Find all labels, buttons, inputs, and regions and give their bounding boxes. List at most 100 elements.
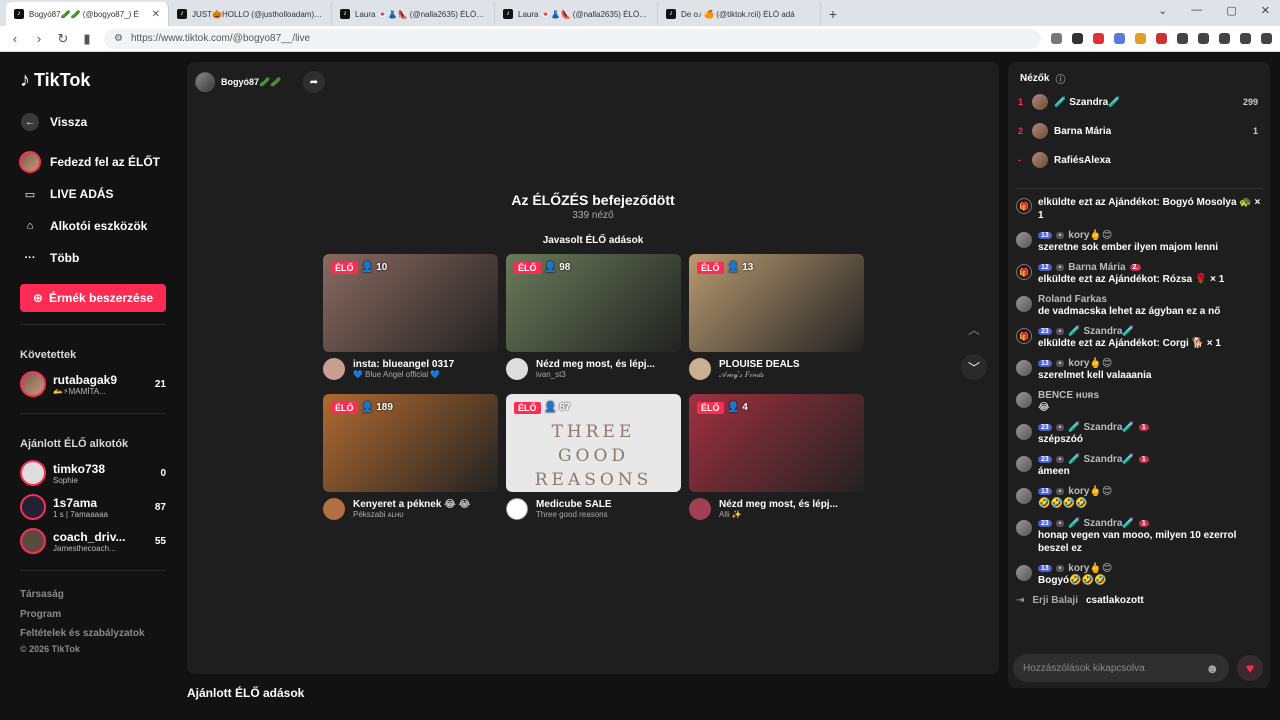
extensions	[1051, 33, 1272, 44]
live-card[interactable]: ÉLŐ 👤 4 Nézd meg most, és lépj... Alli ✨	[689, 394, 864, 524]
url-field[interactable]: ⚙ https://www.tiktok.com/@bogyo87__/live	[104, 28, 1041, 49]
avatar[interactable]	[1016, 392, 1032, 408]
reload-icon[interactable]: ↻	[56, 31, 70, 47]
chat-username[interactable]: kory🖕😊	[1068, 230, 1112, 241]
nav-more[interactable]: ··· Több	[20, 242, 166, 274]
chat-username[interactable]: kory🖕😊	[1068, 358, 1112, 369]
share-icon[interactable]: ➦	[303, 71, 325, 93]
close-window-icon[interactable]: ✕	[1261, 4, 1270, 17]
chevron-down-icon[interactable]: ⌄	[1158, 4, 1167, 17]
browser-tab[interactable]: ♪ Bogyó87🥒🥒 (@bogyo87_) É ✕	[6, 2, 169, 26]
forward-icon[interactable]: ›	[32, 31, 46, 46]
chat-username[interactable]: Barna Mária	[1068, 262, 1125, 273]
chat-username[interactable]: BENCE ʜᴜʀs	[1038, 390, 1099, 401]
close-icon[interactable]: ✕	[152, 9, 160, 20]
avatar[interactable]	[506, 358, 528, 380]
footer-link-terms[interactable]: Feltételek és szabályzatok	[20, 624, 166, 644]
chat-username[interactable]: 🧪 Szandra🧪	[1068, 422, 1135, 433]
avatar[interactable]	[689, 498, 711, 520]
host-info[interactable]: Bogyó87🥒🥒	[195, 70, 289, 94]
extension-icon[interactable]	[1114, 33, 1125, 44]
recommended-creator[interactable]: 1s7ama 1 s | 7amaaaaa 87	[20, 490, 166, 524]
live-card[interactable]: ÉLŐ 👤 87 THREE GOOD REASONS Medicube SAL…	[506, 394, 681, 524]
comment-input[interactable]: Hozzászólások kikapcsolva ☻	[1013, 654, 1229, 682]
scroll-up-button[interactable]: ︿	[961, 316, 987, 342]
browser-tab[interactable]: ♪ Laura 💌👗👠 (@nalla2635) ÉLŐ adá	[495, 2, 658, 26]
live-card[interactable]: ÉLŐ 👤 13 PLOUISE DEALS 𝒜𝓂𝓎'𝓈 𝐹𝒾𝓃𝒹𝓈	[689, 254, 864, 384]
wallet-icon[interactable]	[1219, 33, 1230, 44]
avatar[interactable]	[1016, 456, 1032, 472]
recommended-creator[interactable]: coach_driv... Jamesthecoach... 55	[20, 524, 166, 558]
avatar[interactable]	[323, 358, 345, 380]
avatar[interactable]	[506, 498, 528, 520]
get-coins-button[interactable]: ⊕ Érmék beszerzése	[20, 284, 166, 312]
chat-username[interactable]: 🧪 Szandra🧪	[1068, 454, 1135, 465]
chat-gift-message: 🎁 12 ▪ Barna Mária 2. elküldte ezt az Ajándék…	[1016, 262, 1262, 286]
back-icon[interactable]: ‹	[8, 31, 22, 46]
following-item[interactable]: rutabagak9 🫴⚡MAMÍTA... 21	[20, 367, 166, 401]
card-thumbnail[interactable]: ÉLŐ 👤 87 THREE GOOD REASONS	[506, 394, 681, 492]
chat-username[interactable]: Roland Farkas	[1038, 294, 1107, 305]
viewer-row[interactable]: 1 🧪 Szandra🧪 299	[1018, 91, 1258, 113]
chat-username[interactable]: kory🖕😊	[1068, 486, 1112, 497]
browser-tab[interactable]: ♪ De o♪ 🍊 (@tiktok.rcii) ÉLŐ adá	[658, 2, 821, 26]
viewer-rank: -	[1018, 155, 1021, 165]
sidebar-icon[interactable]	[1198, 33, 1209, 44]
viewer-row[interactable]: - RafiésAlexa	[1018, 149, 1258, 171]
nav-live-studio[interactable]: ▭ LIVE ADÁS	[20, 178, 166, 210]
recommended-creator[interactable]: timko738 Sophie 0	[20, 456, 166, 490]
emoji-icon[interactable]: ☻	[1205, 661, 1219, 676]
puzzle-icon[interactable]	[1177, 33, 1188, 44]
alert-icon[interactable]	[1093, 33, 1104, 44]
avatar[interactable]	[1016, 296, 1032, 312]
avatar[interactable]	[1016, 360, 1032, 376]
extension-icon[interactable]	[1156, 33, 1167, 44]
chat-username[interactable]: 🧪 Szandra🧪	[1068, 326, 1135, 337]
site-info-icon[interactable]: ⚙	[114, 33, 123, 44]
card-thumbnail[interactable]: ÉLŐ 👤 4	[689, 394, 864, 492]
recommended-lives-title: Ajánlott ÉLŐ adások	[187, 686, 305, 700]
tiktok-logo[interactable]: ♪ TikTok	[20, 68, 166, 92]
live-card[interactable]: ÉLŐ 👤 189 Kenyeret a péknek 😂 😂 Pékszabi …	[323, 394, 498, 524]
footer-link-program[interactable]: Program	[20, 605, 166, 625]
card-thumbnail[interactable]: ÉLŐ 👤 13	[689, 254, 864, 352]
avatar[interactable]	[323, 498, 345, 520]
footer-link-company[interactable]: Társaság	[20, 585, 166, 605]
minimize-icon[interactable]: —	[1191, 4, 1202, 17]
info-icon[interactable]: ⓘ	[1055, 71, 1065, 86]
scroll-down-button[interactable]: ﹀	[961, 354, 987, 380]
new-tab-button[interactable]: +	[821, 2, 845, 26]
nav-back[interactable]: ← Vissza	[20, 106, 166, 138]
card-thumbnail[interactable]: ÉLŐ 👤 189	[323, 394, 498, 492]
download-icon[interactable]	[1240, 33, 1251, 44]
extension-icon[interactable]	[1135, 33, 1146, 44]
browser-tab[interactable]: ♪ Laura 💌👗👠 (@nalla2635) ÉLŐ adá	[332, 2, 495, 26]
avatar	[20, 494, 46, 520]
viewer-row[interactable]: 2 Barna Mária 1	[1018, 120, 1258, 142]
card-thumbnail[interactable]: ÉLŐ 👤 98	[506, 254, 681, 352]
avatar[interactable]	[1016, 232, 1032, 248]
shield-icon[interactable]	[1072, 33, 1083, 44]
zoom-icon[interactable]	[1051, 33, 1062, 44]
chat-username[interactable]: 🧪 Szandra🧪	[1068, 518, 1135, 529]
avatar[interactable]	[1016, 520, 1032, 536]
live-card[interactable]: ÉLŐ 👤 98 Nézd meg most, és lépj... ivan_s…	[506, 254, 681, 384]
card-thumbnail[interactable]: ÉLŐ 👤 10	[323, 254, 498, 352]
maximize-icon[interactable]: ▢	[1226, 4, 1236, 17]
avatar[interactable]	[1016, 565, 1032, 581]
avatar[interactable]	[689, 358, 711, 380]
avatar[interactable]	[1016, 488, 1032, 504]
message-body: 13 ▪ kory🖕😊 🤣🤣🤣🤣	[1038, 486, 1262, 510]
address-bar: ‹ › ↻ ▮ ⚙ https://www.tiktok.com/@bogyo8…	[0, 26, 1280, 52]
join-user[interactable]: Erji Balaji	[1032, 595, 1078, 606]
browser-tab[interactable]: ♪ JUST🎃HOLLO (@justholloadam) ÉL	[169, 2, 332, 26]
like-button[interactable]: ♥	[1237, 655, 1263, 681]
menu-icon[interactable]	[1261, 33, 1272, 44]
avatar[interactable]	[1016, 424, 1032, 440]
bookmark-icon[interactable]: ▮	[80, 31, 94, 47]
camera-icon: ▭	[24, 188, 36, 201]
live-card[interactable]: ÉLŐ 👤 10 insta: blueangel 0317 💙 Blue Ang…	[323, 254, 498, 384]
nav-explore-live[interactable]: Fedezd fel az ÉLŐT	[19, 146, 166, 178]
chat-username[interactable]: kory🖕😊	[1068, 563, 1112, 574]
nav-creator-tools[interactable]: ⌂ Alkotói eszközök	[20, 210, 166, 242]
